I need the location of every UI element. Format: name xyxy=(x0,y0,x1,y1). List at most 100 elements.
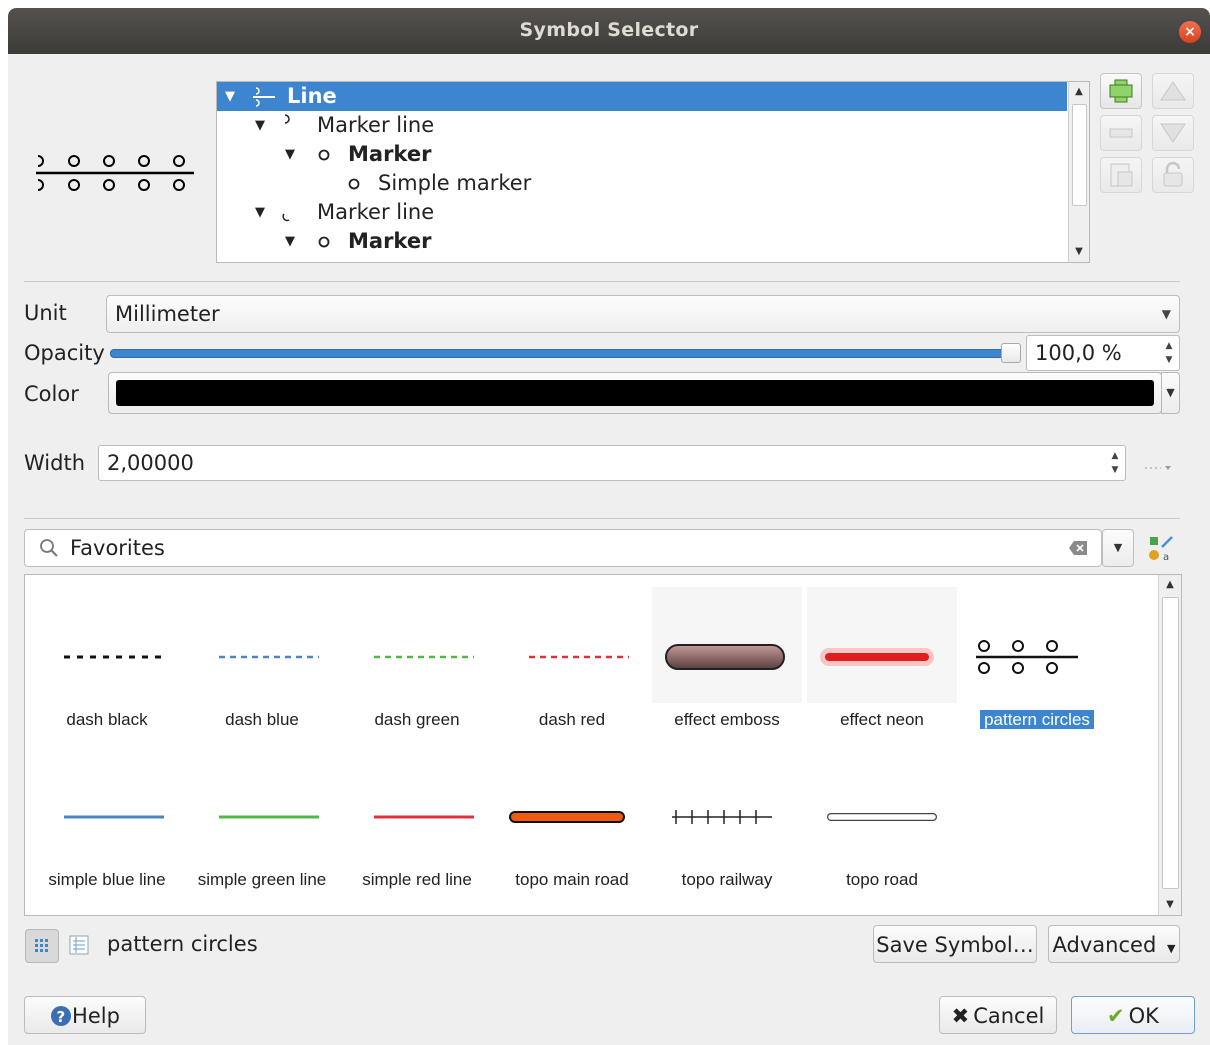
advanced-label: Advanced xyxy=(1052,933,1157,957)
topo-railway-icon xyxy=(672,810,772,824)
tree-item-marker-line[interactable]: ▼ Marker line xyxy=(217,111,1067,140)
gallery-item-simple-blue-line[interactable]: simple blue line xyxy=(32,743,182,893)
scroll-thumb[interactable] xyxy=(1072,104,1087,206)
scroll-up-icon[interactable]: ▲ xyxy=(1159,575,1181,595)
gallery-item-label: dash red xyxy=(497,709,647,731)
symbol-search-field[interactable]: Favorites xyxy=(24,529,1102,567)
collapse-arrow-icon[interactable]: ▼ xyxy=(285,140,295,169)
gallery-item-pattern-circles[interactable]: pattern circles xyxy=(962,583,1112,733)
symbol-layer-tree[interactable]: ▼ Line ▼ Marker line ▼ Marker Simple mar… xyxy=(216,81,1090,263)
gallery-item-label-text: dash black xyxy=(66,710,148,729)
gallery-item-dash-red[interactable]: dash red xyxy=(497,583,647,733)
search-icon xyxy=(40,539,58,557)
search-value: Favorites xyxy=(70,536,165,560)
gallery-item-topo-road[interactable]: topo road xyxy=(807,743,957,893)
svg-text:?: ? xyxy=(57,1008,66,1026)
gallery-item-label: effect neon xyxy=(807,709,957,731)
color-label: Color xyxy=(24,382,79,406)
color-swatch xyxy=(116,380,1154,406)
spin-arrows-icon[interactable]: ▲ ▼ xyxy=(1105,446,1125,480)
remove-layer-button[interactable] xyxy=(1100,115,1142,151)
scroll-up-icon[interactable]: ▲ xyxy=(1069,82,1089,102)
icon-view-button[interactable] xyxy=(25,929,59,963)
list-view-icon xyxy=(69,935,89,955)
collapse-arrow-icon[interactable]: ▼ xyxy=(225,82,235,111)
close-button[interactable]: × xyxy=(1179,21,1201,43)
gallery-item-topo-main-road[interactable]: topo main road xyxy=(497,743,647,893)
collapse-arrow-icon[interactable]: ▼ xyxy=(285,227,295,256)
gallery-scrollbar[interactable]: ▲ ▼ xyxy=(1158,575,1181,915)
gallery-item-label-text: topo main road xyxy=(515,870,629,889)
effect-neon-icon xyxy=(807,587,957,703)
gallery-item-simple-green-line[interactable]: simple green line xyxy=(187,743,337,893)
title-bar: Symbol Selector × xyxy=(8,8,1210,54)
arrow-up-icon xyxy=(1160,81,1186,101)
tree-item-label: Marker line xyxy=(317,113,435,137)
unit-combobox[interactable]: Millimeter ▼ xyxy=(106,295,1180,333)
opacity-spinbox[interactable]: 100,0 % ▲ ▼ xyxy=(1026,335,1180,371)
cancel-button[interactable]: ✖ Cancel xyxy=(939,996,1057,1034)
scroll-thumb[interactable] xyxy=(1162,597,1179,889)
spin-arrows-icon[interactable]: ▲ ▼ xyxy=(1159,336,1179,370)
gallery-item-effect-emboss[interactable]: effect emboss xyxy=(652,583,802,733)
move-down-button[interactable] xyxy=(1152,115,1194,151)
gallery-item-label-text: pattern circles xyxy=(980,710,1094,729)
gallery-item-label: dash black xyxy=(32,709,182,731)
opacity-value: 100,0 % xyxy=(1035,341,1122,365)
gallery-item-label-text: topo road xyxy=(846,870,918,889)
tree-scrollbar[interactable]: ▲ ▼ xyxy=(1068,82,1089,262)
clear-icon[interactable] xyxy=(1069,541,1087,555)
gallery-item-label-text: dash blue xyxy=(225,710,299,729)
dash-red-icon xyxy=(529,655,629,659)
opacity-slider[interactable] xyxy=(110,349,1020,358)
gallery-item-label: simple blue line xyxy=(32,869,182,891)
duplicate-layer-button[interactable] xyxy=(1100,157,1142,193)
dash-blue-icon xyxy=(219,655,319,659)
tree-item-simple-marker[interactable]: Simple marker xyxy=(217,169,1067,198)
duplicate-icon xyxy=(1110,163,1133,187)
gallery-item-label: dash green xyxy=(342,709,492,731)
tree-item-line[interactable]: ▼ Line xyxy=(217,82,1067,111)
gallery-item-label-text: simple green line xyxy=(197,870,327,889)
gallery-item-topo-railway[interactable]: topo railway xyxy=(652,743,802,893)
advanced-button[interactable]: Advanced ▼ xyxy=(1048,925,1180,963)
remove-icon xyxy=(1109,128,1133,138)
search-dropdown-button[interactable]: ▼ xyxy=(1102,529,1134,567)
gallery-item-dash-blue[interactable]: dash blue xyxy=(187,583,337,733)
opacity-slider-handle[interactable] xyxy=(1001,343,1021,363)
ok-button[interactable]: ✔ OK xyxy=(1071,996,1195,1034)
tree-item-marker[interactable]: ▼ Marker xyxy=(217,227,1067,256)
chevron-down-icon: ▼ xyxy=(1161,307,1171,321)
save-symbol-button[interactable]: Save Symbol… xyxy=(873,925,1037,963)
scroll-down-icon[interactable]: ▼ xyxy=(1069,242,1089,262)
collapse-arrow-icon[interactable]: ▼ xyxy=(255,198,265,227)
scroll-down-icon[interactable]: ▼ xyxy=(1159,895,1181,915)
gallery-item-dash-black[interactable]: dash black xyxy=(32,583,182,733)
unit-value: Millimeter xyxy=(115,302,220,326)
gallery-item-effect-neon[interactable]: effect neon xyxy=(807,583,957,733)
help-icon: ? xyxy=(51,1006,72,1026)
add-layer-button[interactable] xyxy=(1100,73,1142,109)
separator xyxy=(24,518,1180,519)
tree-item-marker[interactable]: ▼ Marker xyxy=(217,140,1067,169)
help-button[interactable]: ? Help xyxy=(24,996,146,1034)
topo-road-icon xyxy=(827,813,937,821)
data-defined-icon xyxy=(1145,466,1171,470)
move-up-button[interactable] xyxy=(1152,73,1194,109)
collapse-arrow-icon[interactable]: ▼ xyxy=(255,111,265,140)
gallery-item-simple-red-line[interactable]: simple red line xyxy=(342,743,492,893)
data-defined-override-button[interactable] xyxy=(1141,455,1181,481)
tree-item-label: Line xyxy=(287,84,337,108)
width-spinbox[interactable]: 2,00000 ▲ ▼ xyxy=(98,445,1126,481)
tree-item-marker-line[interactable]: ▼ Marker line xyxy=(217,198,1067,227)
width-value: 2,00000 xyxy=(107,451,194,475)
color-button[interactable] xyxy=(108,372,1162,414)
ok-label: OK xyxy=(1128,1004,1159,1028)
symbol-gallery[interactable]: ▲ ▼ dash black dash blue dash green dash re… xyxy=(24,574,1182,916)
style-manager-icon[interactable]: a xyxy=(1146,533,1176,563)
color-menu-button[interactable]: ▼ xyxy=(1161,372,1180,414)
opacity-label: Opacity xyxy=(24,341,105,365)
list-view-button[interactable] xyxy=(63,929,95,961)
gallery-item-dash-green[interactable]: dash green xyxy=(342,583,492,733)
lock-layer-button[interactable] xyxy=(1152,157,1194,193)
